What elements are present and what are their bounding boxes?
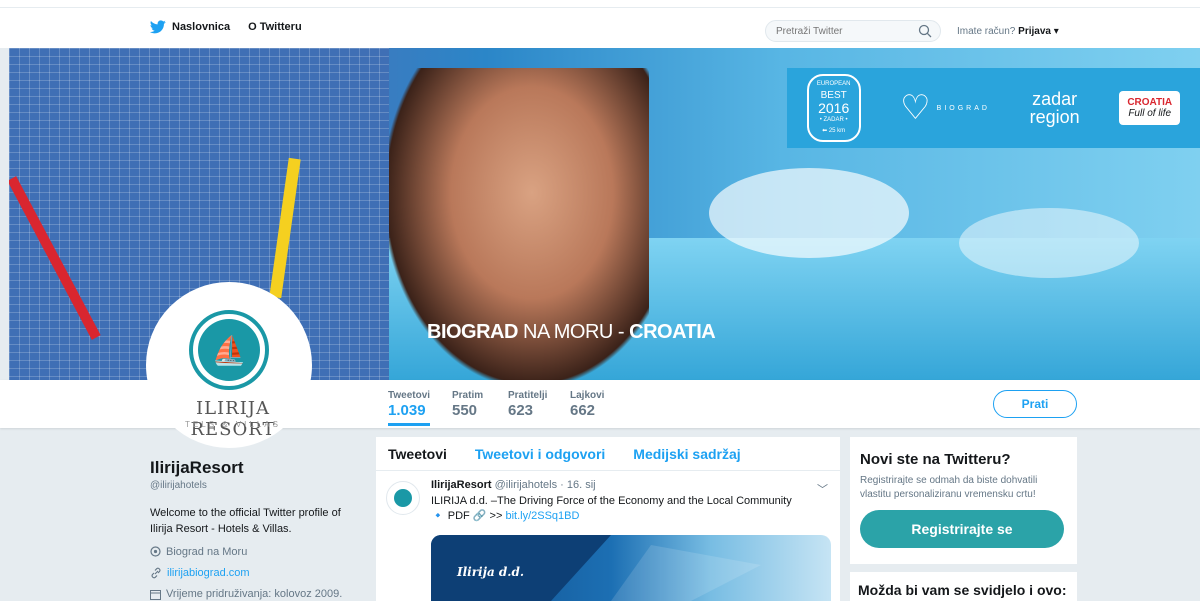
- search-icon[interactable]: [918, 24, 932, 38]
- tab-tweets-and-replies[interactable]: Tweetovi i odgovori: [475, 446, 605, 462]
- tweet-text-line: ILIRIJA d.d. –The Driving Force of the E…: [431, 495, 792, 507]
- suggestions-module: Možda bi vam se svidjelo i ovo:: [850, 572, 1077, 601]
- stat-label: Pratim: [452, 390, 484, 401]
- profile-location: Biograd na Moru: [150, 546, 360, 558]
- tab-media[interactable]: Medijski sadržaj: [633, 446, 740, 462]
- timeline-tabs: Tweetovi Tweetovi i odgovori Medijski sa…: [376, 437, 840, 471]
- twitter-bird-icon: [150, 20, 166, 34]
- login-area: Imate račun? Prijava ▾: [957, 26, 1059, 37]
- media-logo-text: Ilirija d.d.: [457, 565, 525, 579]
- stat-value: 623: [508, 402, 534, 419]
- stat-label: Lajkovi: [570, 390, 605, 401]
- tweet-author-handle: @ilirijahotels · 16. sij: [494, 479, 596, 491]
- login-prefix: Imate račun?: [957, 26, 1016, 37]
- profile-joined: Vrijeme pridruživanja: kolovoz 2009.: [150, 588, 360, 600]
- location-pin-icon: [150, 546, 161, 557]
- profile-info: IlirijaResort @ilirijahotels Welcome to …: [150, 458, 360, 600]
- banner-brand-strip: EUROPEAN BEST 2016 • ZADAR • ⬅ 25 km ♡ B…: [787, 68, 1200, 148]
- badge-text: region: [1029, 107, 1080, 127]
- browser-top-strip: [0, 0, 1200, 8]
- signup-text: Registrirajte se odmah da biste dohvatil…: [860, 475, 1038, 500]
- follow-button[interactable]: Prati: [993, 390, 1077, 418]
- search-box[interactable]: [765, 20, 941, 42]
- nav-home-label: Naslovnica: [172, 21, 231, 33]
- ship-icon: ⛵: [198, 319, 260, 381]
- stat-followers[interactable]: Pratitelji 623: [508, 390, 547, 419]
- stat-tweets[interactable]: Tweetovi 1.039: [388, 390, 431, 426]
- top-navigation: Naslovnica O Twitteru Imate račun? Prija…: [0, 0, 1200, 48]
- stat-value: 1.039: [388, 402, 426, 419]
- stat-label: Tweetovi: [388, 390, 431, 401]
- stat-value: 662: [570, 402, 596, 419]
- tweet-header: IlirijaResort @ilirijahotels · 16. sij: [431, 479, 828, 491]
- nav-about-link[interactable]: O Twitteru: [248, 21, 302, 33]
- ilirija-logo-ring: ⛵: [189, 310, 269, 390]
- tweet-avatar[interactable]: [386, 481, 420, 515]
- tweet[interactable]: IlirijaResort @ilirijahotels · 16. sij I…: [376, 471, 840, 524]
- stat-value: 550: [452, 402, 478, 419]
- badge-text: 2016: [818, 100, 850, 116]
- login-link[interactable]: Prijava ▾: [1018, 26, 1059, 37]
- banner-caption: BIOGRAD NA MORU - CROATIA: [427, 321, 716, 344]
- biograd-logo-text: BIOGRAD: [936, 104, 990, 112]
- badge-text: ⬅ 25 km: [822, 128, 846, 134]
- avatar-logo-text: ILIRIJA RESORT: [190, 398, 276, 440]
- badge-text: zadar: [1032, 89, 1078, 109]
- nav-home-link[interactable]: Naslovnica: [150, 20, 230, 34]
- tweet-media-image[interactable]: Ilirija d.d.: [431, 535, 831, 601]
- banner-caption-mid: NA MORU -: [517, 321, 630, 343]
- profile-location-text: Biograd na Moru: [166, 546, 248, 558]
- tweet-text: ILIRIJA d.d. –The Driving Force of the E…: [431, 494, 828, 524]
- profile-website-link[interactable]: ilirijabiograd.com: [167, 567, 250, 579]
- profile-handle[interactable]: @ilirijahotels: [150, 480, 360, 491]
- suggestions-title: Možda bi vam se svidjelo i ovo:: [858, 582, 1067, 598]
- tweet-link[interactable]: bit.ly/2SSq1BD: [505, 510, 579, 522]
- profile-name[interactable]: IlirijaResort: [150, 458, 360, 478]
- signup-module: Novi ste na Twitteru? Registrirajte se o…: [850, 437, 1077, 564]
- ship-icon: [394, 489, 412, 507]
- profile-bio: Welcome to the official Twitter profile …: [150, 507, 341, 535]
- banner-splash: [709, 168, 909, 258]
- profile-joined-text: Vrijeme pridruživanja: kolovoz 2009.: [166, 588, 343, 600]
- tweet-text-line2: 🔹 PDF 🔗 >> bit.ly/2SSq1BD: [431, 509, 828, 524]
- badge-text: CROATIA: [1127, 97, 1173, 108]
- zadar-region-logo: zadar region: [1030, 90, 1080, 126]
- link-icon: [151, 567, 161, 579]
- stat-label: Pratitelji: [508, 390, 548, 401]
- nav-links: Naslovnica O Twitteru: [150, 20, 302, 34]
- banner-splash: [959, 208, 1139, 278]
- banner-caption-bold: BIOGRAD: [427, 321, 518, 343]
- search-input[interactable]: [766, 21, 906, 42]
- tab-tweets[interactable]: Tweetovi: [388, 446, 447, 462]
- profile-website: ilirijabiograd.com: [150, 567, 360, 579]
- biograd-logo: ♡ BIOGRAD: [900, 88, 990, 128]
- badge-text: Full of life: [1128, 108, 1172, 119]
- european-best-badge: EUROPEAN BEST 2016 • ZADAR • ⬅ 25 km: [806, 74, 861, 142]
- tweet-text-prefix: 🔹 PDF 🔗 >>: [431, 510, 506, 522]
- tweet-author-name[interactable]: IlirijaResort: [431, 479, 492, 491]
- signup-title: Novi ste na Twitteru?: [860, 451, 1011, 468]
- banner-caption-end: CROATIA: [629, 321, 716, 343]
- timeline: Tweetovi Tweetovi i odgovori Medijski sa…: [376, 437, 840, 601]
- signup-button[interactable]: Registrirajte se: [860, 510, 1064, 548]
- stat-following[interactable]: Pratim 550: [452, 390, 483, 419]
- badge-text: EUROPEAN: [816, 81, 851, 87]
- calendar-icon: [150, 589, 161, 600]
- avatar-logo-subtext: TELS & VILLAS: [185, 420, 281, 429]
- chevron-down-icon[interactable]: ﹀: [817, 481, 828, 497]
- heart-icon: ♡: [900, 89, 931, 127]
- croatia-logo: CROATIA Full of life: [1119, 91, 1181, 125]
- profile-avatar[interactable]: ⛵ ILIRIJA RESORT TELS & VILLAS: [146, 282, 312, 448]
- stat-likes[interactable]: Lajkovi 662: [570, 390, 604, 419]
- badge-text: • ZADAR •: [819, 117, 848, 123]
